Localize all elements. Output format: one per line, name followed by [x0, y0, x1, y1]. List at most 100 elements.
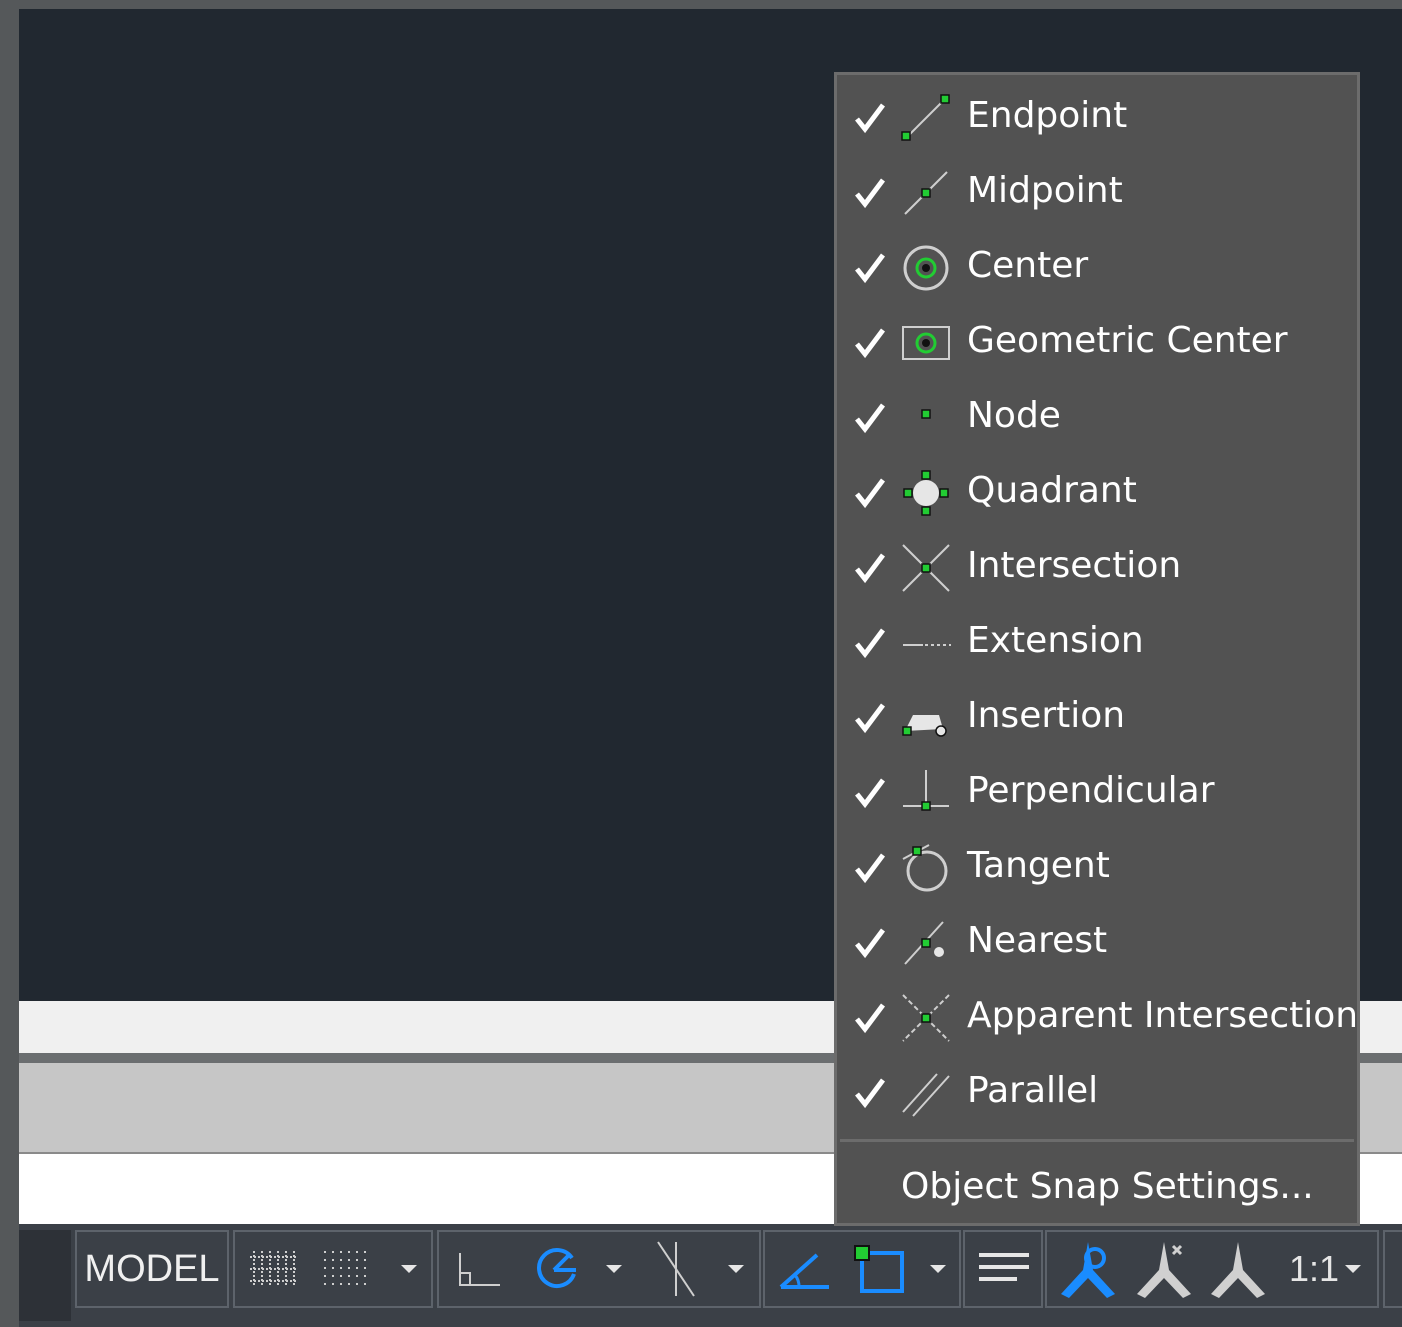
checkmark-icon: [855, 928, 885, 959]
chevron-down-icon: [401, 1265, 417, 1273]
menu-item-label: Apparent Intersection: [967, 995, 1359, 1036]
chevron-down-icon: [606, 1265, 622, 1273]
chevron-down-icon: [930, 1265, 946, 1273]
chevron-down-icon: [728, 1265, 744, 1273]
model-space-button[interactable]: MODEL: [77, 1232, 227, 1306]
menu-item-intersection[interactable]: Intersection: [837, 531, 1357, 606]
chevron-down-icon: [1345, 1265, 1362, 1273]
menu-item-geometric-center[interactable]: Geometric Center: [837, 306, 1357, 381]
menu-item-midpoint[interactable]: Midpoint: [837, 156, 1357, 231]
perpendicular-snap-icon: [903, 770, 949, 811]
snap-mode-button[interactable]: [315, 1232, 375, 1306]
polar-tracking-dropdown[interactable]: [597, 1232, 631, 1306]
checkmark-icon: [855, 178, 885, 209]
checkmark-icon: [855, 628, 885, 659]
drafting-aids-group: [437, 1230, 761, 1308]
annotation-group: 1:1: [1045, 1230, 1379, 1308]
isometric-drafting-dropdown[interactable]: [719, 1232, 753, 1306]
menu-item-label: Tangent: [967, 845, 1110, 886]
snap-tracking-icon: [779, 1253, 829, 1289]
menu-item-label: Perpendicular: [967, 770, 1215, 811]
annotation-scale-icon-button[interactable]: [1203, 1232, 1273, 1306]
menu-item-apparent-intersection[interactable]: Apparent Intersection: [837, 981, 1359, 1056]
isometric-drafting-button[interactable]: [643, 1232, 709, 1306]
menu-item-extension[interactable]: Extension: [837, 606, 1357, 681]
snap-grid-icon: [324, 1251, 366, 1285]
checkmark-icon: [855, 703, 885, 734]
menu-item-label: Node: [967, 395, 1061, 436]
quadrant-snap-icon: [903, 470, 949, 516]
menu-item-endpoint[interactable]: Endpoint: [837, 81, 1357, 156]
model-space-group: MODEL: [75, 1230, 229, 1308]
menu-divider: [840, 1139, 1354, 1142]
menu-item-label: Insertion: [967, 695, 1126, 736]
menu-item-label: Geometric Center: [967, 320, 1288, 361]
snap-mode-dropdown[interactable]: [391, 1232, 427, 1306]
checkmark-icon: [855, 1003, 885, 1034]
object-snap-settings-item[interactable]: Object Snap Settings...: [901, 1165, 1314, 1209]
menu-item-center[interactable]: Center: [837, 231, 1357, 306]
checkmark-icon: [855, 1078, 885, 1109]
insertion-snap-icon: [902, 715, 947, 737]
object-snap-group: [763, 1230, 961, 1308]
menu-item-label: Endpoint: [967, 95, 1128, 136]
lineweight-button[interactable]: [969, 1232, 1039, 1306]
object-snap-tracking-button[interactable]: [773, 1232, 837, 1306]
menu-item-label: Parallel: [967, 1070, 1099, 1111]
checkmark-icon: [855, 103, 885, 134]
tangent-snap-icon: [902, 844, 948, 892]
parallel-snap-icon: [902, 1073, 950, 1117]
object-snap-menu: Endpoint Midpoint Center Geometric Cente…: [834, 72, 1360, 1226]
endpoint-snap-icon: [901, 94, 950, 141]
grid-icon: [250, 1251, 296, 1287]
annotation-scale-icon: [1211, 1242, 1265, 1298]
node-snap-icon: [921, 409, 931, 419]
intersection-snap-icon: [902, 544, 950, 592]
object-snap-button[interactable]: [847, 1232, 913, 1306]
annotation-visibility-button[interactable]: [1053, 1232, 1123, 1306]
geometric-center-snap-icon: [902, 326, 950, 360]
layout-tab-strip: [19, 1230, 71, 1321]
menu-item-quadrant[interactable]: Quadrant: [837, 456, 1357, 531]
annotation-visibility-icon: [1061, 1242, 1115, 1298]
grid-snap-group: [233, 1230, 433, 1308]
status-bar: MODEL 1:1: [19, 1224, 1402, 1327]
checkmark-icon: [855, 853, 885, 884]
checkmark-icon: [855, 253, 885, 284]
annotation-scale-value: 1:1: [1288, 1248, 1340, 1289]
menu-item-node[interactable]: Node: [837, 381, 1357, 456]
menu-item-label: Midpoint: [967, 170, 1123, 211]
menu-item-label: Intersection: [967, 545, 1182, 586]
menu-item-label: Nearest: [967, 920, 1108, 961]
object-snap-dropdown[interactable]: [921, 1232, 955, 1306]
annotation-scale-dropdown[interactable]: 1:1: [1279, 1232, 1371, 1306]
center-snap-icon: [903, 245, 949, 291]
menu-item-tangent[interactable]: Tangent: [837, 831, 1357, 906]
ortho-icon: [459, 1253, 500, 1286]
polar-tracking-button[interactable]: [523, 1232, 587, 1306]
checkmark-icon: [855, 553, 885, 584]
lineweight-icon: [979, 1253, 1029, 1281]
auto-scale-button[interactable]: [1129, 1232, 1199, 1306]
nearest-snap-icon: [904, 921, 944, 965]
menu-item-perpendicular[interactable]: Perpendicular: [837, 756, 1357, 831]
apparent-intersection-snap-icon: [902, 994, 950, 1042]
menu-item-insertion[interactable]: Insertion: [837, 681, 1357, 756]
ortho-mode-button[interactable]: [449, 1232, 509, 1306]
menu-item-label: Extension: [967, 620, 1144, 661]
grid-display-button[interactable]: [243, 1232, 303, 1306]
checkmark-icon: [855, 328, 885, 359]
auto-scale-icon: [1137, 1242, 1191, 1298]
menu-item-label: Quadrant: [967, 470, 1137, 511]
checkmark-icon: [855, 403, 885, 434]
menu-item-label: Center: [967, 245, 1089, 286]
menu-item-nearest[interactable]: Nearest: [837, 906, 1357, 981]
midpoint-snap-icon: [904, 171, 948, 215]
lineweight-group: [963, 1230, 1043, 1308]
menu-item-parallel[interactable]: Parallel: [837, 1056, 1357, 1131]
extension-snap-icon: [903, 644, 951, 646]
checkmark-icon: [855, 478, 885, 509]
isodraft-icon: [657, 1241, 695, 1297]
status-bar-overflow-group: [1383, 1230, 1402, 1308]
polar-tracking-icon: [537, 1248, 576, 1288]
